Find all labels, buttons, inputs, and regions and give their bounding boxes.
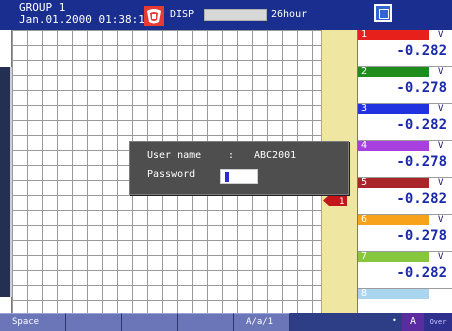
- channel-color-strip: 8: [358, 288, 429, 299]
- user-name-value[interactable]: ABC2001: [254, 150, 296, 161]
- channel-panel: 1 V -0.282 2 V -0.278 3 V -0.282 4 V -0.278 5 V -0.282…: [357, 29, 452, 326]
- channel-color-strip: 2: [358, 66, 429, 77]
- softkey-2[interactable]: [66, 313, 122, 331]
- channel-value: -0.282: [396, 191, 447, 207]
- chart-rate: 26hour: [271, 9, 308, 20]
- channel-color-strip: 7: [358, 251, 429, 262]
- channel-unit: V: [438, 178, 444, 188]
- status-dot: •: [392, 316, 397, 325]
- marker-label: 1: [339, 197, 344, 206]
- channel-unit: V: [438, 141, 444, 151]
- channel-value: -0.282: [396, 265, 447, 281]
- channel-unit: V: [438, 67, 444, 77]
- user-name-label: User name: [147, 150, 202, 161]
- alarm-icon: [144, 6, 164, 26]
- channel-unit: V: [438, 252, 444, 262]
- channel-number: 2: [361, 66, 368, 77]
- soft-key-bar: Space A/a/1: [0, 313, 452, 331]
- user-name-separator: :: [228, 150, 235, 161]
- channel-row: 5 V -0.282: [358, 177, 452, 215]
- channel-row: 1 V -0.282: [358, 29, 452, 67]
- channel-value: -0.278: [396, 154, 447, 170]
- media-icon[interactable]: [374, 4, 392, 22]
- date-time: Jan.01.2000 01:38:15: [19, 13, 152, 26]
- display-progress-bar: [204, 9, 267, 21]
- channel-color-strip: 1: [358, 29, 429, 40]
- channel-row: 6 V -0.278: [358, 214, 452, 252]
- softkey-space[interactable]: Space: [0, 313, 66, 331]
- channel-number: 3: [361, 103, 368, 114]
- channel-number: 8: [361, 288, 368, 299]
- left-frame: [0, 30, 12, 313]
- channel-marker-icon: 1: [323, 195, 347, 206]
- login-dialog: User name : ABC2001 Password: [129, 141, 349, 195]
- overwrite-indicator: Over: [424, 313, 452, 331]
- channel-color-strip: 5: [358, 177, 429, 188]
- channel-value: -0.282: [396, 43, 447, 59]
- channel-color-strip: 6: [358, 214, 429, 225]
- input-mode-indicator: A: [402, 313, 424, 331]
- channel-number: 5: [361, 177, 368, 188]
- softkey-char-mode[interactable]: A/a/1: [234, 313, 290, 331]
- disp-label: DISP: [170, 9, 195, 20]
- channel-color-strip: 4: [358, 140, 429, 151]
- channel-unit: V: [438, 104, 444, 114]
- channel-value: -0.282: [396, 117, 447, 133]
- channel-number: 6: [361, 214, 368, 225]
- channel-row: 3 V -0.282: [358, 103, 452, 141]
- status-bar: GROUP 1 Jan.01.2000 01:38:15 DISP 26hour: [0, 0, 452, 30]
- left-frame-panel: [0, 67, 12, 297]
- channel-number: 7: [361, 251, 368, 262]
- channel-value: -0.278: [396, 80, 447, 96]
- softkey-3[interactable]: [122, 313, 178, 331]
- channel-number: 1: [361, 29, 368, 40]
- password-label: Password: [147, 169, 196, 180]
- channel-row: 7 V -0.282: [358, 251, 452, 289]
- channel-unit: V: [438, 215, 444, 225]
- softkey-4[interactable]: [178, 313, 234, 331]
- channel-color-strip: 3: [358, 103, 429, 114]
- text-cursor: [225, 172, 229, 182]
- password-field[interactable]: [220, 169, 258, 184]
- channel-unit: V: [438, 30, 444, 40]
- channel-value: -0.278: [396, 228, 447, 244]
- channel-number: 4: [361, 140, 368, 151]
- channel-row: 4 V -0.278: [358, 140, 452, 178]
- channel-row: 2 V -0.278: [358, 66, 452, 104]
